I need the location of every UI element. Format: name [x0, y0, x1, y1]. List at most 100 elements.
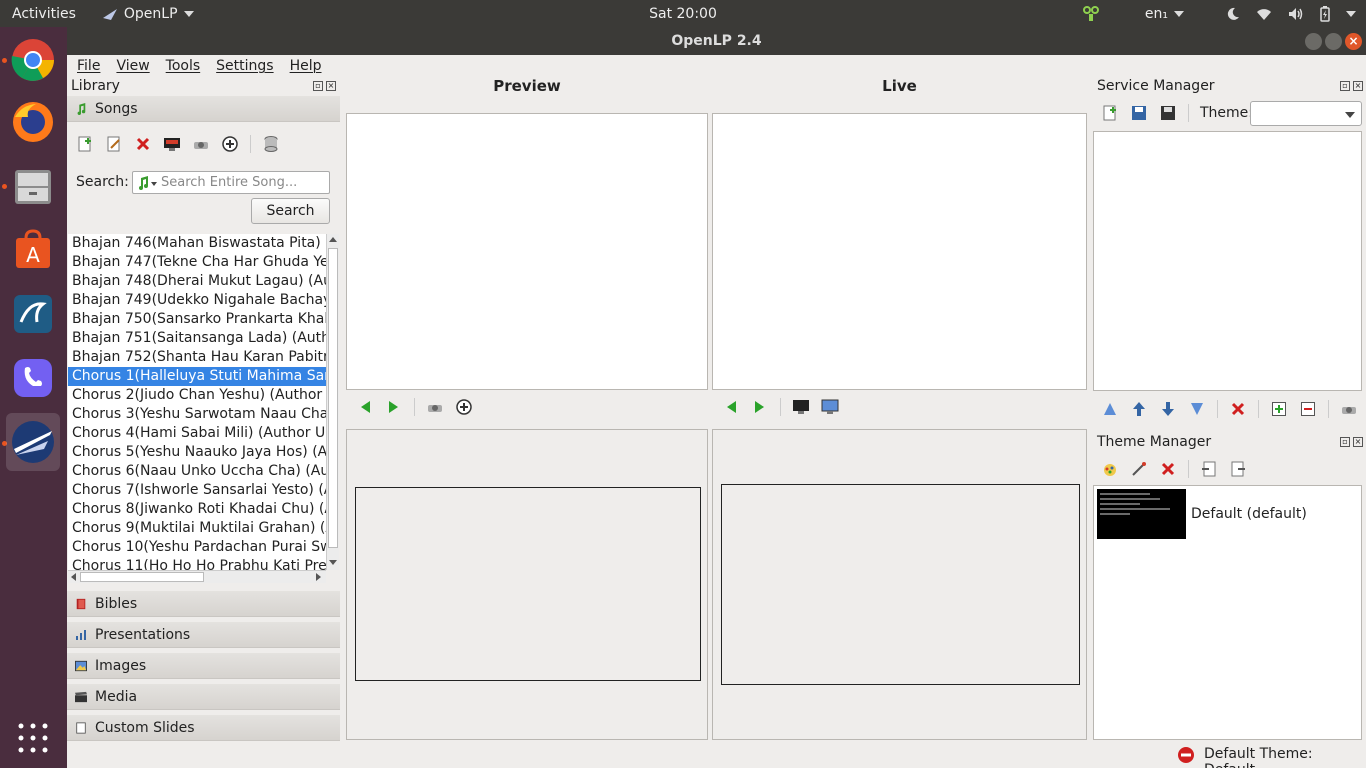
close-panel-button[interactable]: × — [1353, 81, 1363, 91]
menu-settings[interactable]: Settings — [206, 55, 279, 77]
song-list-item[interactable]: Chorus 1(Halleluya Stuti Mahima Sarb — [68, 367, 326, 386]
images-section-tab[interactable]: Images — [67, 653, 340, 679]
song-list-item[interactable]: Bhajan 751(Saitansanga Lada) (Author — [68, 329, 326, 348]
mysql-workbench-launcher[interactable] — [6, 285, 60, 343]
song-list-item[interactable]: Bhajan 750(Sansarko Prankarta Khali — [68, 310, 326, 329]
song-list-item[interactable]: Bhajan 749(Udekko Nigahale Bachayo — [68, 291, 326, 310]
viber-launcher[interactable] — [6, 349, 60, 407]
show-desktop-icon[interactable] — [821, 398, 839, 416]
live-slide-list[interactable] — [712, 113, 1087, 390]
song-list-item[interactable]: Chorus 9(Muktilai Muktilai Grahan) (Au — [68, 519, 326, 538]
float-panel-button[interactable]: ▫ — [1340, 81, 1350, 91]
songs-section-tab[interactable]: Songs — [67, 96, 340, 122]
service-item-list[interactable] — [1093, 131, 1362, 391]
theme-list[interactable]: Default (default) — [1093, 485, 1362, 740]
bibles-section-tab[interactable]: Bibles — [67, 591, 340, 617]
song-list-item[interactable]: Chorus 10(Yeshu Pardachan Purai Swo — [68, 538, 326, 557]
night-light-icon[interactable] — [1226, 7, 1240, 21]
export-theme-icon[interactable] — [1229, 460, 1247, 478]
move-to-bottom-icon[interactable] — [1188, 400, 1206, 418]
search-type-music-icon[interactable] — [138, 176, 158, 190]
firefox-launcher[interactable] — [6, 93, 60, 151]
preview-slide-list[interactable] — [346, 113, 708, 390]
float-panel-button[interactable]: ▫ — [1340, 437, 1350, 447]
song-list-item[interactable]: Chorus 3(Yeshu Sarwotam Naau Cha) ( — [68, 405, 326, 424]
float-panel-button[interactable]: ▫ — [313, 81, 323, 91]
live-song-icon[interactable] — [192, 135, 210, 153]
network-tray-icon[interactable] — [1082, 5, 1099, 22]
song-list-item[interactable]: Chorus 8(Jiwanko Roti Khadai Chu) (Au — [68, 500, 326, 519]
song-list-vertical-scrollbar[interactable] — [326, 234, 339, 570]
collapse-all-icon[interactable] — [1299, 400, 1317, 418]
next-slide-icon[interactable] — [751, 398, 769, 416]
maximize-button[interactable] — [1325, 33, 1342, 50]
previous-slide-icon[interactable] — [722, 398, 740, 416]
battery-icon[interactable] — [1320, 5, 1330, 22]
move-up-icon[interactable] — [1130, 400, 1148, 418]
clock[interactable]: Sat 20:00 — [649, 6, 717, 22]
song-list-item[interactable]: Chorus 2(Jiudo Chan Yeshu) (Author Un — [68, 386, 326, 405]
activities-button[interactable]: Activities — [12, 6, 76, 22]
song-list-item[interactable]: Chorus 6(Naau Unko Uccha Cha) (Auth — [68, 462, 326, 481]
close-panel-button[interactable]: × — [326, 81, 336, 91]
song-list-item[interactable]: Bhajan 747(Tekne Cha Har Ghuda Yeshu — [68, 253, 326, 272]
import-theme-icon[interactable] — [1200, 460, 1218, 478]
import-songs-icon[interactable] — [262, 135, 280, 153]
edit-theme-icon[interactable] — [1130, 460, 1148, 478]
song-list-item[interactable]: Bhajan 748(Dherai Mukut Lagau) (Author — [68, 272, 326, 291]
previous-slide-icon[interactable] — [356, 398, 374, 416]
language-indicator[interactable]: en₁ — [1145, 6, 1184, 22]
add-to-service-icon[interactable] — [221, 135, 239, 153]
software-center-launcher[interactable]: A — [6, 221, 60, 279]
system-menu-chevron-icon[interactable] — [1346, 10, 1356, 17]
song-list-item[interactable]: Bhajan 746(Mahan Biswastata Pita) (Autho… — [68, 234, 326, 253]
go-live-icon[interactable] — [426, 398, 444, 416]
song-list-item[interactable]: Chorus 11(Ho Ho Ho Prabhu Kati Prem — [68, 557, 326, 570]
edit-song-icon[interactable] — [105, 135, 123, 153]
song-list-item[interactable]: Bhajan 752(Shanta Hau Karan Pabitra — [68, 348, 326, 367]
show-applications-button[interactable] — [6, 709, 60, 767]
new-song-icon[interactable] — [76, 135, 94, 153]
app-menu[interactable]: OpenLP — [102, 6, 194, 22]
minimize-button[interactable] — [1305, 33, 1322, 50]
save-service-icon[interactable] — [1159, 104, 1177, 122]
custom-slides-section-tab[interactable]: Custom Slides — [67, 715, 340, 741]
move-to-top-icon[interactable] — [1101, 400, 1119, 418]
song-list-horizontal-scrollbar[interactable] — [68, 570, 326, 583]
menu-help[interactable]: Help — [280, 55, 328, 77]
presentations-section-tab[interactable]: Presentations — [67, 622, 340, 648]
delete-theme-icon[interactable] — [1159, 460, 1177, 478]
delete-item-icon[interactable] — [1229, 400, 1247, 418]
service-theme-select[interactable] — [1250, 101, 1362, 126]
theme-thumbnail[interactable] — [1097, 489, 1186, 539]
song-list-item[interactable]: Chorus 4(Hami Sabai Mili) (Author Unkn — [68, 424, 326, 443]
song-list[interactable]: Bhajan 746(Mahan Biswastata Pita) (Autho… — [68, 234, 326, 570]
close-window-button[interactable]: × — [1345, 33, 1362, 50]
files-launcher[interactable] — [6, 157, 60, 215]
blank-screen-icon[interactable] — [792, 398, 810, 416]
preview-song-icon[interactable] — [163, 135, 181, 153]
menu-tools[interactable]: Tools — [156, 55, 207, 77]
theme-item-label[interactable]: Default (default) — [1191, 506, 1307, 522]
volume-icon[interactable] — [1288, 7, 1304, 21]
close-panel-button[interactable]: × — [1353, 437, 1363, 447]
window-titlebar[interactable]: OpenLP 2.4 × — [67, 27, 1366, 55]
delete-song-icon[interactable] — [134, 135, 152, 153]
song-list-item[interactable]: Chorus 5(Yeshu Naauko Jaya Hos) (Aut — [68, 443, 326, 462]
menu-file[interactable]: File — [67, 55, 106, 77]
song-list-item[interactable]: Chorus 7(Ishworle Sansarlai Yesto) (Au — [68, 481, 326, 500]
add-to-service-icon[interactable] — [455, 398, 473, 416]
expand-all-icon[interactable] — [1270, 400, 1288, 418]
search-button[interactable]: Search — [251, 198, 330, 224]
song-search-input[interactable]: Search Entire Song... — [132, 171, 330, 194]
wifi-icon[interactable] — [1256, 7, 1272, 21]
move-down-icon[interactable] — [1159, 400, 1177, 418]
menu-view[interactable]: View — [106, 55, 155, 77]
new-service-icon[interactable] — [1101, 104, 1119, 122]
new-theme-icon[interactable] — [1101, 460, 1119, 478]
next-slide-icon[interactable] — [385, 398, 403, 416]
media-section-tab[interactable]: Media — [67, 684, 340, 710]
go-live-icon[interactable] — [1340, 400, 1358, 418]
openlp-launcher[interactable] — [6, 413, 60, 471]
open-service-icon[interactable] — [1130, 104, 1148, 122]
